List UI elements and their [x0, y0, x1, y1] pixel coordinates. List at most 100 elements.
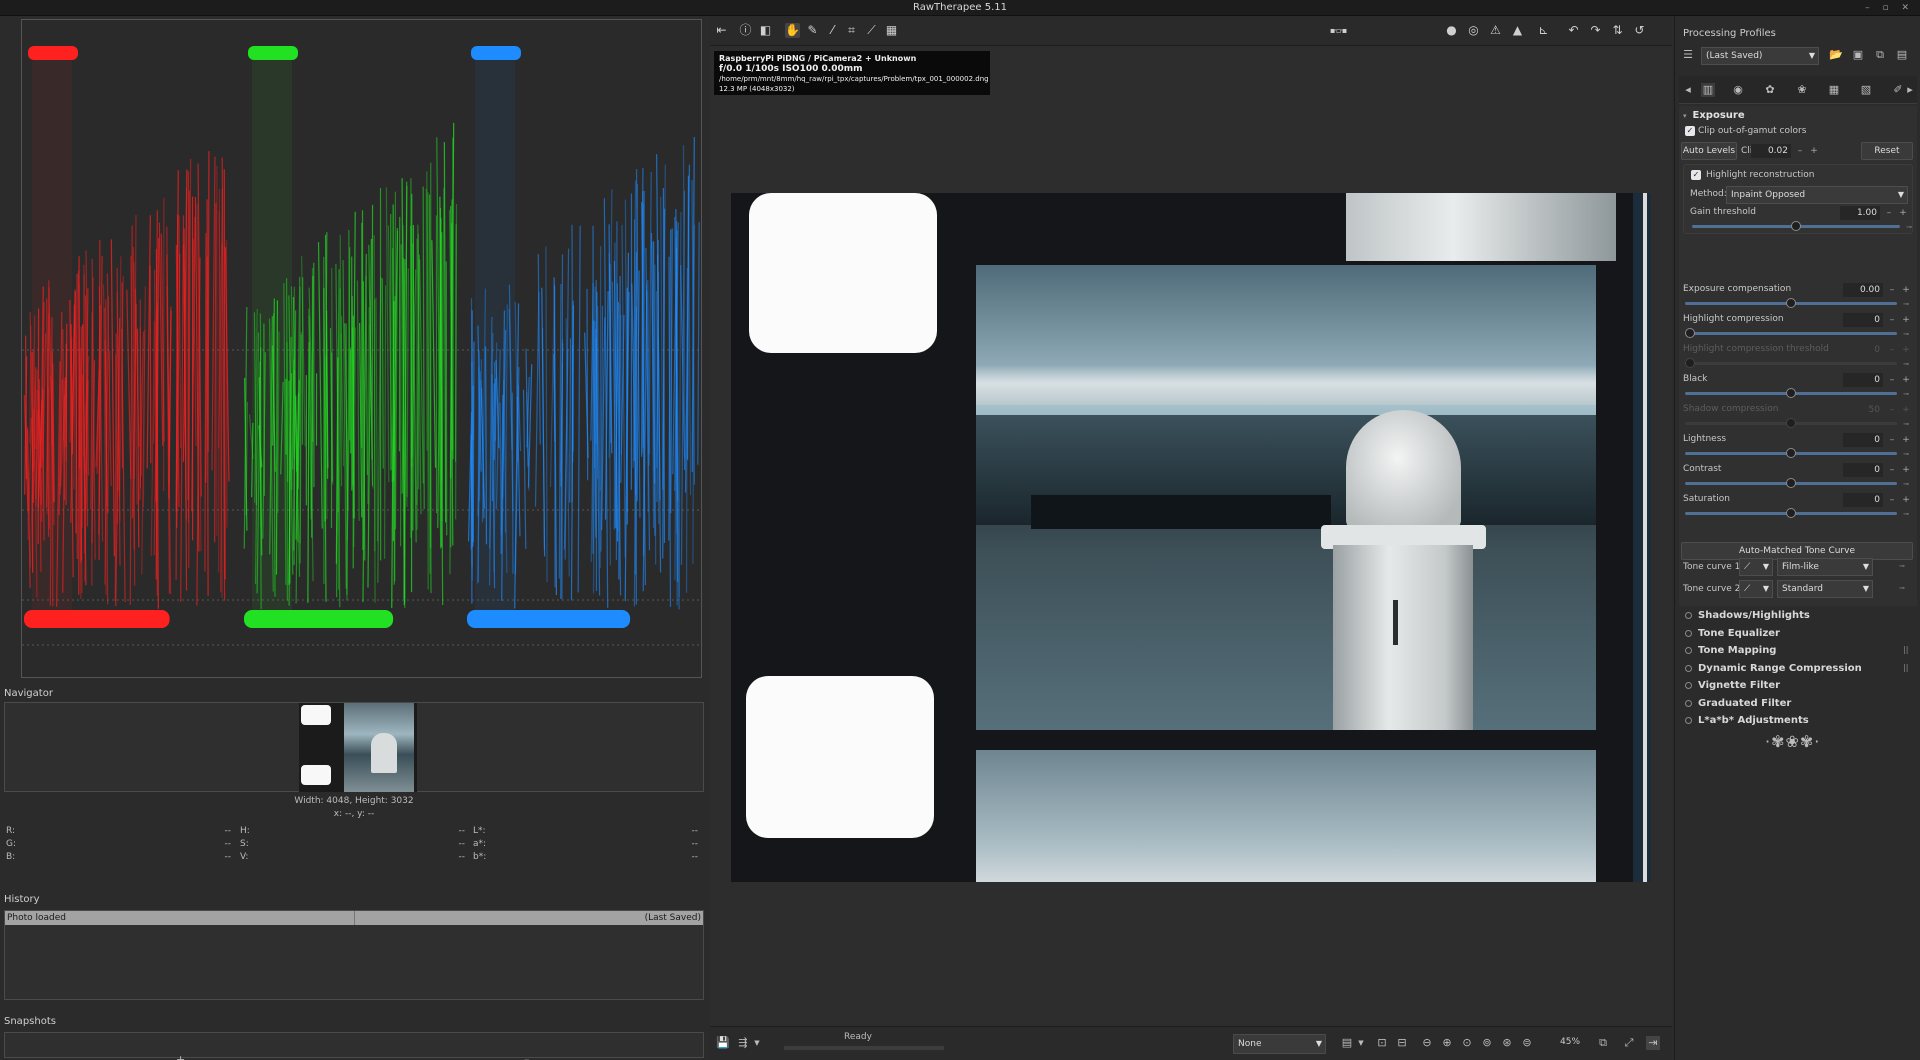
plus-icon[interactable]: +: [1900, 493, 1912, 507]
tab-scroll-left-icon[interactable]: ◂: [1681, 83, 1695, 97]
image-viewer[interactable]: RaspberryPi PiDNG / PiCamera2 + Unknown …: [710, 46, 1672, 1026]
auto-levels-button[interactable]: Auto Levels: [1681, 142, 1737, 160]
pin-icon[interactable]: ⊸: [1903, 300, 1909, 308]
minus-icon[interactable]: –: [1886, 463, 1898, 477]
clip-percent-spinner[interactable]: 0.02– +: [1749, 144, 1821, 158]
add-snapshot-button[interactable]: +: [176, 1053, 185, 1060]
plus-icon[interactable]: +: [1900, 373, 1912, 387]
tab-transform-icon[interactable]: ▧: [1859, 83, 1873, 97]
zoom-fit-icon[interactable]: ⊙: [1460, 1036, 1474, 1050]
zoom-in-icon[interactable]: ⊕: [1440, 1036, 1454, 1050]
pin-icon[interactable]: ⊸: [1906, 223, 1912, 231]
navigator-preview[interactable]: [4, 702, 704, 792]
slider-knob[interactable]: [1786, 478, 1796, 488]
histogram-toggle-icon[interactable]: ⊾: [1536, 23, 1551, 38]
section-vignette-filter[interactable]: Vignette Filter: [1685, 680, 1780, 691]
perspective-tool-icon[interactable]: ▦: [884, 23, 899, 38]
lightness-spinner[interactable]: 0– +: [1841, 433, 1913, 447]
warning-icon[interactable]: ▲: [1510, 23, 1525, 38]
highlight-compression-threshold-slider[interactable]: ⊸: [1685, 358, 1909, 368]
minus-icon[interactable]: –: [1883, 206, 1895, 220]
tone-curve-2-type-select[interactable]: Standard ▼: [1777, 580, 1873, 598]
toggle-left-panel-icon[interactable]: ⇤: [714, 23, 729, 38]
copy-profile-icon[interactable]: ⧉: [1873, 48, 1887, 62]
slider-knob[interactable]: [1786, 448, 1796, 458]
crop-tool-icon[interactable]: ⌗: [844, 23, 859, 38]
plus-icon[interactable]: +: [1900, 463, 1912, 477]
tab-advanced-icon[interactable]: ▦: [1827, 83, 1841, 97]
pin-icon[interactable]: ⊸: [1903, 420, 1909, 428]
open-profile-icon[interactable]: 📂: [1829, 48, 1843, 62]
focus-mask-icon[interactable]: ●: [1444, 23, 1459, 38]
minus-icon[interactable]: –: [1794, 144, 1806, 158]
saturation-spinner[interactable]: 0– +: [1841, 493, 1913, 507]
grid-icon[interactable]: ▤: [1340, 1036, 1354, 1050]
exposure-compensation-spinner[interactable]: 0.00– +: [1841, 283, 1913, 297]
tone-curve-1-editor[interactable]: ⟋ ▼: [1739, 558, 1773, 576]
tab-favorites-icon[interactable]: ▥: [1701, 83, 1715, 97]
remove-snapshot-button[interactable]: –: [524, 1053, 530, 1060]
contrast-slider[interactable]: ⊸: [1685, 478, 1909, 488]
exposure-section-header[interactable]: ▾ Exposure: [1683, 110, 1745, 121]
slider-knob[interactable]: [1786, 388, 1796, 398]
black-spinner[interactable]: 0– +: [1841, 373, 1913, 387]
enable-toggle-icon[interactable]: [1685, 647, 1692, 654]
crop-guides-icon[interactable]: ⊡: [1375, 1036, 1389, 1050]
saturation-slider[interactable]: ⊸: [1685, 508, 1909, 518]
minus-icon[interactable]: –: [1886, 493, 1898, 507]
highlight-compression-threshold-value[interactable]: 0: [1843, 343, 1883, 357]
highlight-compression-slider[interactable]: ⊸: [1685, 328, 1909, 338]
pin-icon[interactable]: ⊸: [1903, 360, 1909, 368]
preview-mode-select[interactable]: None ▼: [1233, 1034, 1326, 1054]
section-dynamic-range-compression[interactable]: Dynamic Range Compression ||: [1685, 663, 1908, 674]
reset-button[interactable]: Reset: [1861, 142, 1913, 160]
plus-icon[interactable]: +: [1900, 313, 1912, 327]
info-icon[interactable]: ⓘ: [738, 23, 753, 38]
plus-icon[interactable]: +: [1900, 283, 1912, 297]
history-row[interactable]: Photo loaded (Last Saved): [5, 911, 703, 925]
plus-icon[interactable]: +: [1900, 403, 1912, 417]
rotate-left-icon[interactable]: ↶: [1566, 23, 1581, 38]
hand-tool-icon[interactable]: ✋: [785, 23, 800, 38]
minus-icon[interactable]: –: [1886, 433, 1898, 447]
highlight-clipping-icon[interactable]: ⚠: [1488, 23, 1503, 38]
slider-knob[interactable]: [1791, 221, 1801, 231]
section-tone-equalizer[interactable]: Tone Equalizer: [1685, 628, 1780, 639]
plus-icon[interactable]: +: [1897, 206, 1909, 220]
fullscreen-icon[interactable]: ⤢: [1622, 1036, 1636, 1050]
exposure-compensation-slider[interactable]: ⊸: [1685, 298, 1909, 308]
section-shadows-highlights[interactable]: Shadows/Highlights: [1685, 610, 1810, 621]
slider-knob[interactable]: [1685, 328, 1695, 338]
history-list[interactable]: Photo loaded (Last Saved): [4, 910, 704, 1000]
highlight-compression-threshold-spinner[interactable]: 0– +: [1841, 343, 1913, 357]
shadow-compression-value[interactable]: 50: [1843, 403, 1883, 417]
processing-profile-select[interactable]: (Last Saved) ▼: [1701, 47, 1819, 65]
preview-channel-icon[interactable]: ▪·▫·▪: [1330, 23, 1347, 38]
clip-percent-value[interactable]: 0.02: [1751, 144, 1791, 158]
shadow-clipping-icon[interactable]: ◎: [1466, 23, 1481, 38]
tone-curve-2-pin-icon[interactable]: ⊸: [1899, 584, 1905, 592]
zoom-fill-icon[interactable]: ⊛: [1500, 1036, 1514, 1050]
pin-icon[interactable]: ⊸: [1903, 510, 1909, 518]
contrast-value[interactable]: 0: [1843, 463, 1883, 477]
exposure-compensation-value[interactable]: 0.00: [1843, 283, 1883, 297]
slider-knob[interactable]: [1786, 298, 1796, 308]
queue-icon[interactable]: ⇶: [736, 1036, 750, 1050]
before-after-icon[interactable]: ◧: [758, 23, 773, 38]
black-value[interactable]: 0: [1843, 373, 1883, 387]
enable-toggle-icon[interactable]: [1685, 699, 1692, 707]
black-slider[interactable]: ⊸: [1685, 388, 1909, 398]
plus-icon[interactable]: +: [1900, 433, 1912, 447]
toggle-right-panel-icon[interactable]: ⇥: [1646, 1036, 1660, 1050]
navigator-thumbnail[interactable]: [299, 703, 417, 792]
gain-threshold-spinner[interactable]: 1.00– +: [1838, 206, 1910, 220]
contrast-spinner[interactable]: 0– +: [1841, 463, 1913, 477]
shadow-compression-spinner[interactable]: 50– +: [1841, 403, 1913, 417]
minus-icon[interactable]: –: [1886, 283, 1898, 297]
pin-icon[interactable]: ⊸: [1903, 450, 1909, 458]
minus-icon[interactable]: –: [1886, 373, 1898, 387]
zoom-100-icon[interactable]: ⊚: [1480, 1036, 1494, 1050]
tone-curve-1-pin-icon[interactable]: ⊸: [1899, 562, 1905, 570]
clip-gamut-checkbox[interactable]: ✓: [1685, 126, 1695, 136]
tone-curve-2-editor[interactable]: ⟋ ▼: [1739, 580, 1773, 598]
